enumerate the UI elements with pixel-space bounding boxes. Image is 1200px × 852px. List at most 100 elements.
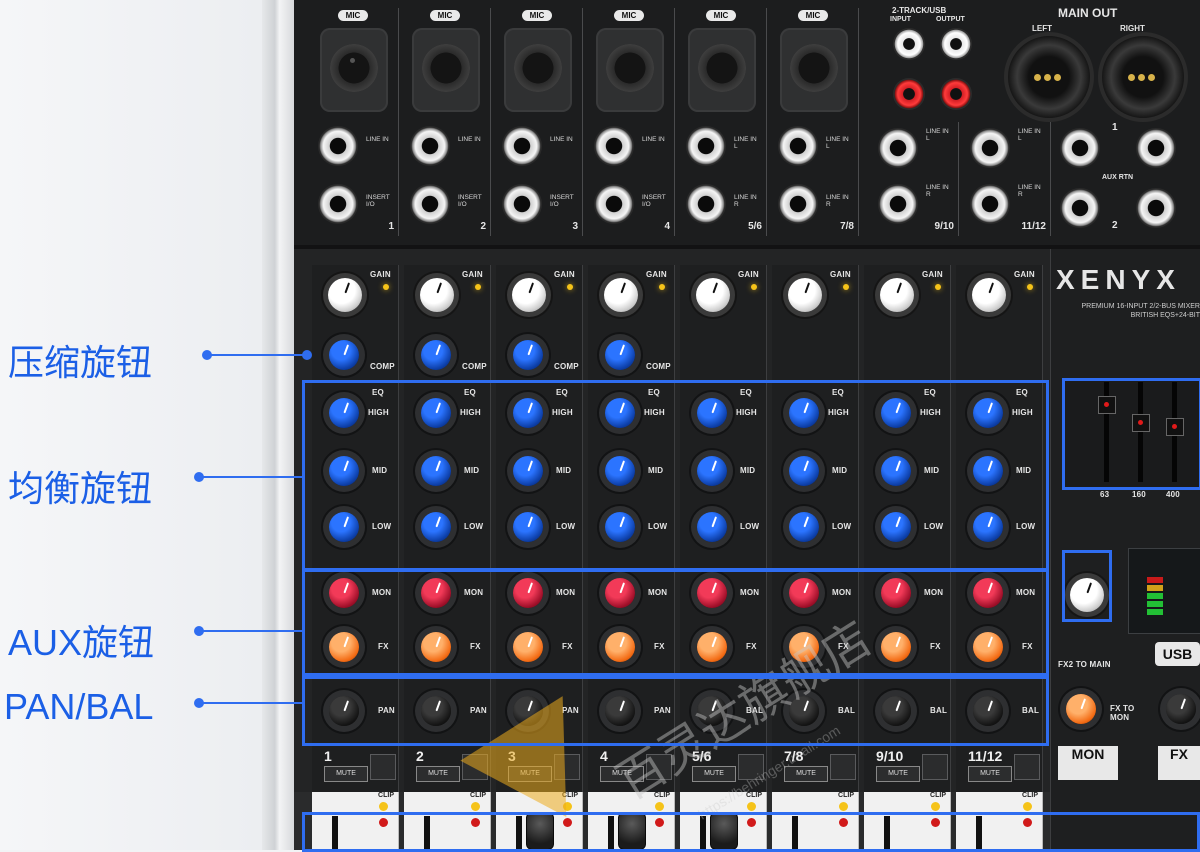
- select-button[interactable]: [370, 754, 396, 780]
- fx-to-mon-knob[interactable]: [1066, 694, 1096, 724]
- xlr-input-icon[interactable]: [780, 28, 848, 112]
- eq-highlight-box: [302, 380, 1049, 572]
- gain-knob[interactable]: [512, 278, 546, 312]
- line-in-right-jack-icon[interactable]: [686, 184, 726, 224]
- aux-return-2-right-jack-icon[interactable]: [1136, 188, 1176, 228]
- aux-return-1-right-jack-icon[interactable]: [1136, 128, 1176, 168]
- compressor-knob[interactable]: [421, 340, 451, 370]
- line-in-jack-icon[interactable]: [502, 126, 542, 166]
- line-in-jack-icon[interactable]: [594, 126, 634, 166]
- select-button[interactable]: [646, 754, 672, 780]
- insert-label: INSERT I/O: [550, 194, 574, 208]
- comp-label: COMP: [370, 362, 395, 371]
- gain-knob[interactable]: [604, 278, 638, 312]
- usb-port-icon[interactable]: USB: [1155, 642, 1200, 666]
- line-in-right-label: LINE IN R: [1018, 184, 1041, 198]
- line-in-right-jack-icon[interactable]: [878, 184, 918, 224]
- insert-jack-icon[interactable]: [410, 184, 450, 224]
- xlr-input-icon[interactable]: [412, 28, 480, 112]
- line-in-left-jack-icon[interactable]: [970, 128, 1010, 168]
- gain-knob[interactable]: [880, 278, 914, 312]
- line-in-label: LINE IN: [366, 136, 389, 143]
- gain-knob[interactable]: [972, 278, 1006, 312]
- input-strip-2: MIC LINE IN INSERT I/O 2: [402, 8, 491, 236]
- clip-label: CLIP: [378, 792, 394, 799]
- signal-led: [1027, 284, 1033, 290]
- rca-output-left-icon[interactable]: [940, 28, 972, 60]
- clip-label: CLIP: [930, 792, 946, 799]
- select-button[interactable]: [830, 754, 856, 780]
- mic-label: MIC: [706, 10, 736, 21]
- xlr-input-icon[interactable]: [320, 28, 388, 112]
- line-in-right-jack-icon[interactable]: [970, 184, 1010, 224]
- gain-knob[interactable]: [420, 278, 454, 312]
- two-track-label: 2-TRACK/USB: [892, 6, 947, 15]
- input-strip-4: MIC LINE IN INSERT I/O 4: [586, 8, 675, 236]
- aux-return-1-left-jack-icon[interactable]: [1060, 128, 1100, 168]
- signal-led: [751, 284, 757, 290]
- gain-label: GAIN: [462, 270, 483, 279]
- output-label: OUTPUT: [936, 16, 965, 23]
- level-meter-display: [1128, 548, 1200, 634]
- line-in-jack-icon[interactable]: [318, 126, 358, 166]
- xlr-input-icon[interactable]: [504, 28, 572, 112]
- channel-mute-block: 1 MUTE: [316, 748, 402, 784]
- channel-number: 5/6: [748, 221, 762, 232]
- mute-button[interactable]: MUTE: [784, 766, 828, 782]
- annotation-line: [199, 476, 303, 478]
- main-out-label: MAIN OUT: [1058, 6, 1118, 20]
- xlr-input-icon[interactable]: [688, 28, 756, 112]
- signal-led: [567, 284, 573, 290]
- mic-label: MIC: [430, 10, 460, 21]
- insert-jack-icon[interactable]: [502, 184, 542, 224]
- mute-button[interactable]: MUTE: [324, 766, 368, 782]
- gain-knob[interactable]: [696, 278, 730, 312]
- mute-button[interactable]: MUTE: [968, 766, 1012, 782]
- mic-label: MIC: [522, 10, 552, 21]
- aux-return-2-left-jack-icon[interactable]: [1060, 188, 1100, 228]
- line-in-left-label: LINE IN L: [826, 136, 849, 150]
- line-in-right-label: LINE IN R: [826, 194, 849, 208]
- select-button[interactable]: [1014, 754, 1040, 780]
- signal-led: [475, 284, 481, 290]
- select-button[interactable]: [922, 754, 948, 780]
- insert-jack-icon[interactable]: [594, 184, 634, 224]
- clip-label: CLIP: [838, 792, 854, 799]
- select-button[interactable]: [738, 754, 764, 780]
- mute-button[interactable]: MUTE: [692, 766, 736, 782]
- channel-mute-block: 9/10 MUTE: [868, 748, 954, 784]
- line-in-left-jack-icon[interactable]: [878, 128, 918, 168]
- line-in-right-jack-icon[interactable]: [778, 184, 818, 224]
- gain-knob[interactable]: [788, 278, 822, 312]
- brand-subtitle: PREMIUM 16-INPUT 2/2-BUS MIXER BRITISH E…: [1081, 303, 1200, 319]
- line-in-left-jack-icon[interactable]: [686, 126, 726, 166]
- fader-highlight-box: [302, 812, 1200, 852]
- input-strip-9-10: LINE IN L LINE IN R 9/10: [870, 122, 959, 236]
- channel-number: 3: [572, 221, 578, 232]
- annotation-line: [199, 702, 303, 704]
- clip-label: CLIP: [1022, 792, 1038, 799]
- compressor-knob[interactable]: [605, 340, 635, 370]
- insert-jack-icon[interactable]: [318, 184, 358, 224]
- mute-button[interactable]: MUTE: [600, 766, 644, 782]
- gain-knob[interactable]: [328, 278, 362, 312]
- main-out-right-xlr-icon[interactable]: [1098, 32, 1188, 122]
- pan-bal-highlight-box: [302, 676, 1049, 746]
- line-in-jack-icon[interactable]: [410, 126, 450, 166]
- rca-input-left-icon[interactable]: [893, 28, 925, 60]
- gain-label: GAIN: [922, 270, 943, 279]
- main-out-left-xlr-icon[interactable]: [1004, 32, 1094, 122]
- input-strip-3: MIC LINE IN INSERT I/O 3: [494, 8, 583, 236]
- rca-input-right-icon[interactable]: [893, 78, 925, 110]
- line-in-left-jack-icon[interactable]: [778, 126, 818, 166]
- input-strip-7-8: MIC LINE IN L LINE IN R 7/8: [770, 8, 859, 236]
- xlr-input-icon[interactable]: [596, 28, 664, 112]
- aux-rtn-label: AUX RTN: [1102, 174, 1134, 181]
- compressor-knob[interactable]: [329, 340, 359, 370]
- mute-button[interactable]: MUTE: [416, 766, 460, 782]
- aux-return-knob[interactable]: [1166, 694, 1196, 724]
- channel-number: 9/10: [876, 748, 904, 764]
- compressor-knob[interactable]: [513, 340, 543, 370]
- mute-button[interactable]: MUTE: [876, 766, 920, 782]
- rca-output-right-icon[interactable]: [940, 78, 972, 110]
